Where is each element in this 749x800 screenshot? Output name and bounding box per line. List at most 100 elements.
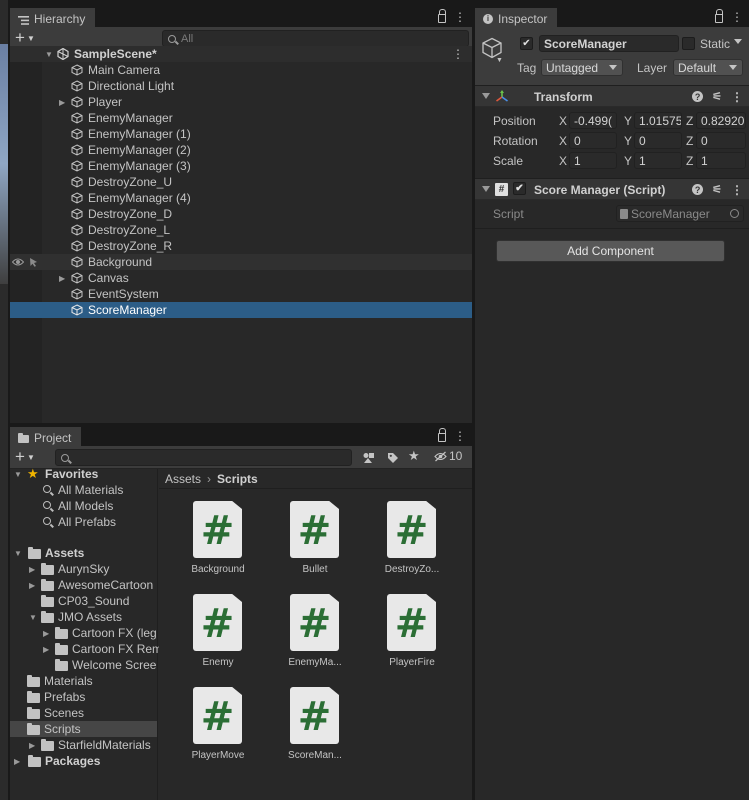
folder-item[interactable]: ▶ AurynSky	[10, 561, 157, 577]
preset-sliders-icon[interactable]: ⚟	[712, 90, 722, 103]
favorite-item[interactable]: All Materials	[10, 482, 157, 498]
rotation-z-field[interactable]: 0	[696, 132, 746, 149]
project-tab[interactable]: Project	[10, 427, 82, 446]
folder-item[interactable]: ▶ Cartoon FX (leg	[10, 625, 157, 641]
create-button[interactable]: + ▼	[15, 28, 35, 48]
expand-arrow-icon[interactable]: ▶	[14, 757, 20, 766]
hierarchy-tab[interactable]: Hierarchy	[10, 8, 96, 27]
expand-arrow-icon[interactable]: ▼	[14, 470, 22, 479]
static-checkbox[interactable]	[682, 37, 695, 50]
component-enabled-checkbox[interactable]: ✔	[513, 182, 526, 195]
hierarchy-item[interactable]: DestroyZone_U	[10, 174, 472, 190]
active-checkbox[interactable]: ✔	[520, 37, 533, 50]
hierarchy-item[interactable]: Main Camera	[10, 62, 472, 78]
hierarchy-item[interactable]: DestroyZone_R	[10, 238, 472, 254]
component-options-icon[interactable]: ⋮	[731, 184, 743, 196]
position-x-field[interactable]: -0.499(	[569, 112, 617, 129]
layer-dropdown[interactable]: Default	[673, 59, 743, 76]
pickable-hand-icon[interactable]	[28, 256, 40, 270]
add-component-button[interactable]: Add Component	[496, 240, 725, 262]
lock-icon[interactable]	[438, 9, 446, 23]
lock-icon[interactable]	[715, 9, 723, 23]
assets-root-row[interactable]: ▼ Assets	[10, 545, 157, 561]
scene-options-icon[interactable]: ⋮	[452, 48, 464, 60]
object-picker-icon[interactable]	[730, 209, 739, 218]
lock-icon[interactable]	[438, 428, 446, 442]
expand-arrow-icon[interactable]: ▼	[14, 549, 22, 558]
scale-y-field[interactable]: 1	[634, 152, 682, 169]
expand-arrow-icon[interactable]: ▶	[59, 274, 65, 283]
hierarchy-item[interactable]: DestroyZone_D	[10, 206, 472, 222]
scale-z-field[interactable]: 1	[696, 152, 746, 169]
folder-item-selected[interactable]: Scripts	[10, 721, 157, 737]
tag-dropdown[interactable]: Untagged	[541, 59, 623, 76]
packages-row[interactable]: ▶ Packages	[10, 753, 157, 769]
expand-arrow-icon[interactable]: ▶	[43, 645, 49, 654]
hierarchy-item[interactable]: ▶ Canvas	[10, 270, 472, 286]
hierarchy-item[interactable]: EventSystem	[10, 286, 472, 302]
folder-item[interactable]: Materials	[10, 673, 157, 689]
help-icon[interactable]: ?	[692, 91, 704, 102]
hierarchy-item[interactable]: EnemyManager (2)	[10, 142, 472, 158]
script-component-header[interactable]: # ✔ Score Manager (Script) ? ⚟ ⋮	[475, 178, 749, 200]
expand-arrow-icon[interactable]: ▶	[29, 565, 35, 574]
folder-item[interactable]: Scenes	[10, 705, 157, 721]
chevron-down-icon[interactable]: ▼	[496, 57, 503, 64]
transform-header[interactable]: Transform ? ⚟ ⋮	[475, 85, 749, 107]
favorite-star-icon[interactable]: ★	[408, 448, 420, 464]
rotation-x-field[interactable]: 0	[569, 132, 617, 149]
folder-item[interactable]: Welcome Scree	[10, 657, 157, 673]
folder-item[interactable]: ▼ JMO Assets	[10, 609, 157, 625]
object-name-field[interactable]: ScoreManager	[539, 35, 679, 52]
search-by-type-icon[interactable]	[358, 449, 378, 466]
hierarchy-item[interactable]: EnemyManager (4)	[10, 190, 472, 206]
hierarchy-item[interactable]: EnemyManager (1)	[10, 126, 472, 142]
expand-arrow-icon[interactable]: ▶	[29, 581, 35, 590]
breadcrumb-root[interactable]: Assets	[165, 472, 201, 486]
favorite-item[interactable]: All Prefabs	[10, 514, 157, 530]
hierarchy-item[interactable]: EnemyManager	[10, 110, 472, 126]
position-y-field[interactable]: 1.01575	[634, 112, 682, 129]
folder-item[interactable]: ▶ Cartoon FX Rem	[10, 641, 162, 657]
expand-arrow-icon[interactable]: ▼	[45, 50, 53, 59]
hierarchy-item[interactable]: EnemyManager (3)	[10, 158, 472, 174]
expand-arrow-icon[interactable]: ▶	[43, 629, 49, 638]
hierarchy-item-selected[interactable]: ScoreManager	[10, 302, 472, 318]
hierarchy-item[interactable]: ▶ Player	[10, 94, 472, 110]
more-options-icon[interactable]: ⋮	[454, 430, 466, 442]
help-icon[interactable]: ?	[692, 184, 704, 195]
component-options-icon[interactable]: ⋮	[731, 91, 743, 103]
hidden-packages-toggle[interactable]: 10	[434, 449, 462, 463]
more-options-icon[interactable]: ⋮	[731, 11, 743, 23]
favorites-row[interactable]: ▼ ★ Favorites	[10, 466, 157, 482]
inspector-tab[interactable]: i Inspector	[475, 8, 558, 27]
visibility-eye-icon[interactable]	[11, 256, 25, 270]
expand-arrow-icon[interactable]: ▼	[29, 613, 37, 622]
expand-arrow-icon[interactable]: ▶	[59, 98, 65, 107]
breadcrumb-current[interactable]: Scripts	[217, 472, 258, 486]
hierarchy-item[interactable]: Directional Light	[10, 78, 472, 94]
hierarchy-search-input[interactable]: All	[162, 30, 469, 47]
hierarchy-item[interactable]: Background	[10, 254, 472, 270]
more-options-icon[interactable]: ⋮	[454, 11, 466, 23]
folder-item[interactable]: ▶ StarfieldMaterials	[10, 737, 157, 753]
position-z-field[interactable]: 0.82920	[696, 112, 746, 129]
collapse-arrow-icon[interactable]	[482, 93, 490, 99]
scale-x-field[interactable]: 1	[569, 152, 617, 169]
label-tag-icon[interactable]	[383, 449, 403, 466]
create-asset-button[interactable]: + ▼	[15, 447, 35, 467]
folder-item[interactable]: CP03_Sound	[10, 593, 157, 609]
hierarchy-item[interactable]: DestroyZone_L	[10, 222, 472, 238]
preset-sliders-icon[interactable]: ⚟	[712, 183, 722, 196]
expand-arrow-icon[interactable]: ▶	[29, 741, 35, 750]
folder-item[interactable]: ▶ AwesomeCartoon	[10, 577, 157, 593]
rotation-y-field[interactable]: 0	[634, 132, 682, 149]
static-dropdown-icon[interactable]	[734, 39, 742, 44]
folder-item[interactable]: Prefabs	[10, 689, 157, 705]
script-object-field[interactable]: ScoreManager	[616, 205, 744, 222]
collapse-arrow-icon[interactable]	[482, 186, 490, 192]
favorite-item[interactable]: All Models	[10, 498, 157, 514]
scene-row[interactable]: ▼ SampleScene* ⋮	[10, 46, 472, 62]
gameobject-large-icon[interactable]	[481, 37, 503, 59]
project-search-input[interactable]	[55, 449, 352, 466]
